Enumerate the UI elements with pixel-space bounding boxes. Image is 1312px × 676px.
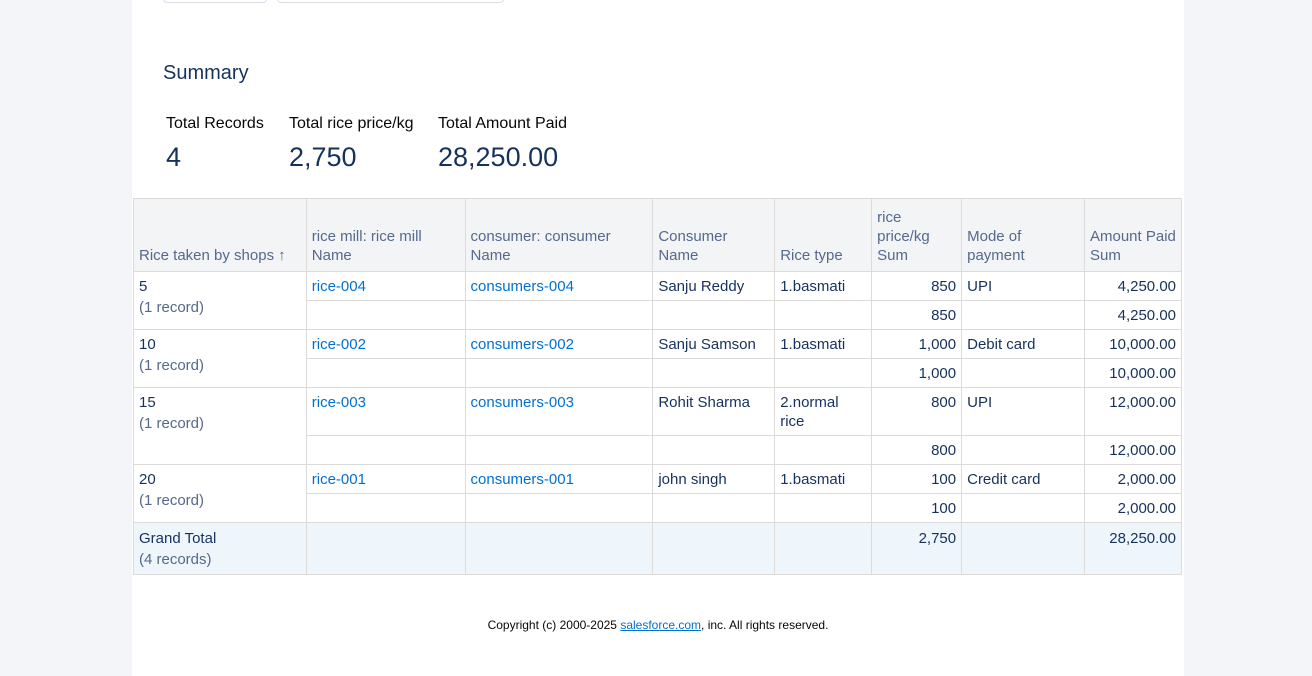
group-cell: 20 (1 record): [133, 464, 307, 523]
payment-cell: UPI: [961, 387, 1085, 436]
grand-total-amount: 28,250.00: [1083, 522, 1183, 575]
payment-cell: Credit card: [961, 464, 1085, 494]
subtotal-price: 850: [871, 300, 963, 330]
metric-value: 2,750: [289, 142, 357, 172]
column-header-consumer-ref[interactable]: consumer: consumer Name: [464, 198, 654, 272]
column-header-mill[interactable]: rice mill: rice mill Name: [305, 198, 466, 272]
amount-cell: 10,000.00: [1083, 329, 1183, 359]
table-row: 10 (1 record) rice-002 consumers-002 Sanj…: [133, 329, 1183, 388]
payment-cell: Debit card: [961, 329, 1085, 359]
rice-mill-link[interactable]: rice-004: [312, 278, 366, 295]
consumer-name-cell: john singh: [652, 464, 776, 494]
grand-total-count: (4 records): [139, 551, 212, 568]
group-count: (1 record): [139, 299, 205, 316]
group-key: 10: [139, 336, 156, 353]
metric-label: Total rice price/kg: [289, 115, 414, 132]
subtotal-amount: 10,000.00: [1083, 358, 1183, 388]
price-cell: 1,000: [871, 329, 963, 359]
subtotal-amount: 4,250.00: [1083, 300, 1183, 330]
grand-total-cell: Grand Total (4 records): [133, 522, 307, 575]
price-cell: 100: [871, 464, 963, 494]
price-cell: 850: [871, 271, 963, 301]
subtotal-price: 100: [871, 493, 963, 523]
grand-total-price: 2,750: [871, 522, 963, 575]
metric-total-price: Total rice price/kg 2,750: [289, 115, 414, 173]
column-header-amount[interactable]: Amount Paid Sum: [1083, 198, 1183, 272]
rice-type-cell: 2.normal rice: [774, 387, 873, 436]
toolbar-button-stub[interactable]: [163, 0, 267, 3]
metric-label: Total Amount Paid: [438, 115, 567, 132]
group-count: (1 record): [139, 357, 205, 374]
metric-value: 4: [166, 142, 182, 172]
consumer-name-cell: Sanju Reddy: [652, 271, 776, 301]
table-row: 20 (1 record) rice-001 consumers-001 john…: [133, 464, 1183, 523]
column-header-consumer-name[interactable]: Consumer Name: [652, 198, 776, 272]
amount-cell: 4,250.00: [1083, 271, 1183, 301]
footer-suffix: , inc. All rights reserved.: [701, 618, 829, 632]
column-header-payment[interactable]: Mode of payment: [961, 198, 1085, 272]
grand-total-row: Grand Total (4 records) 2,750 28,250.00: [133, 522, 1183, 575]
subtotal-price: 800: [871, 435, 963, 465]
amount-cell: 12,000.00: [1083, 387, 1183, 436]
rice-type-cell: 1.basmati: [774, 329, 873, 359]
metric-label: Total Records: [166, 115, 264, 132]
consumer-link[interactable]: consumers-003: [471, 394, 574, 411]
group-count: (1 record): [139, 492, 205, 509]
group-count: (1 record): [139, 415, 205, 432]
consumer-name-cell: Sanju Samson: [652, 329, 776, 359]
consumer-link[interactable]: consumers-002: [471, 336, 574, 353]
table-row: 15 (1 record) rice-003 consumers-003 Rohi…: [133, 387, 1183, 465]
footer-copyright: Copyright (c) 2000-2025 salesforce.com, …: [132, 618, 1184, 632]
metric-total-amount: Total Amount Paid 28,250.00: [438, 115, 567, 173]
amount-cell: 2,000.00: [1083, 464, 1183, 494]
price-cell: 800: [871, 387, 963, 436]
column-header-price[interactable]: rice price/kg Sum: [871, 198, 963, 272]
group-cell: 15 (1 record): [133, 387, 307, 465]
consumer-link[interactable]: consumers-004: [471, 278, 574, 295]
subtotal-amount: 12,000.00: [1083, 435, 1183, 465]
group-key: 20: [139, 471, 156, 488]
sort-ascending-icon[interactable]: ↑: [278, 247, 286, 264]
subtotal-amount: 2,000.00: [1083, 493, 1183, 523]
summary-title: Summary: [163, 62, 249, 84]
consumer-name-cell: Rohit Sharma: [652, 387, 776, 436]
rice-type-cell: 1.basmati: [774, 464, 873, 494]
rice-mill-link[interactable]: rice-002: [312, 336, 366, 353]
report-page: Summary Total Records 4 Total rice price…: [132, 0, 1184, 676]
rice-type-cell: 1.basmati: [774, 271, 873, 301]
rice-mill-link[interactable]: rice-003: [312, 394, 366, 411]
group-key: 15: [139, 394, 156, 411]
group-key: 5: [139, 278, 148, 295]
table-row: 5 (1 record) rice-004 consumers-004 Sanju…: [133, 271, 1183, 330]
column-header-rice-type[interactable]: Rice type: [774, 198, 873, 272]
rice-mill-link[interactable]: rice-001: [312, 471, 366, 488]
footer-salesforce-link[interactable]: salesforce.com: [620, 618, 701, 632]
payment-cell: UPI: [961, 271, 1085, 301]
group-cell: 10 (1 record): [133, 329, 307, 388]
metric-value: 28,250.00: [438, 142, 559, 172]
metric-total-records: Total Records 4: [166, 115, 264, 173]
grand-total-label: Grand Total: [139, 530, 217, 547]
report-table: Rice taken by shops ↑ rice mill: rice mil…: [133, 198, 1183, 575]
footer-prefix: Copyright (c) 2000-2025: [487, 618, 621, 632]
consumer-link[interactable]: consumers-001: [471, 471, 574, 488]
column-header-group[interactable]: Rice taken by shops ↑: [133, 198, 307, 272]
toolbar-button-stub[interactable]: [277, 0, 504, 3]
group-cell: 5 (1 record): [133, 271, 307, 330]
subtotal-price: 1,000: [871, 358, 963, 388]
